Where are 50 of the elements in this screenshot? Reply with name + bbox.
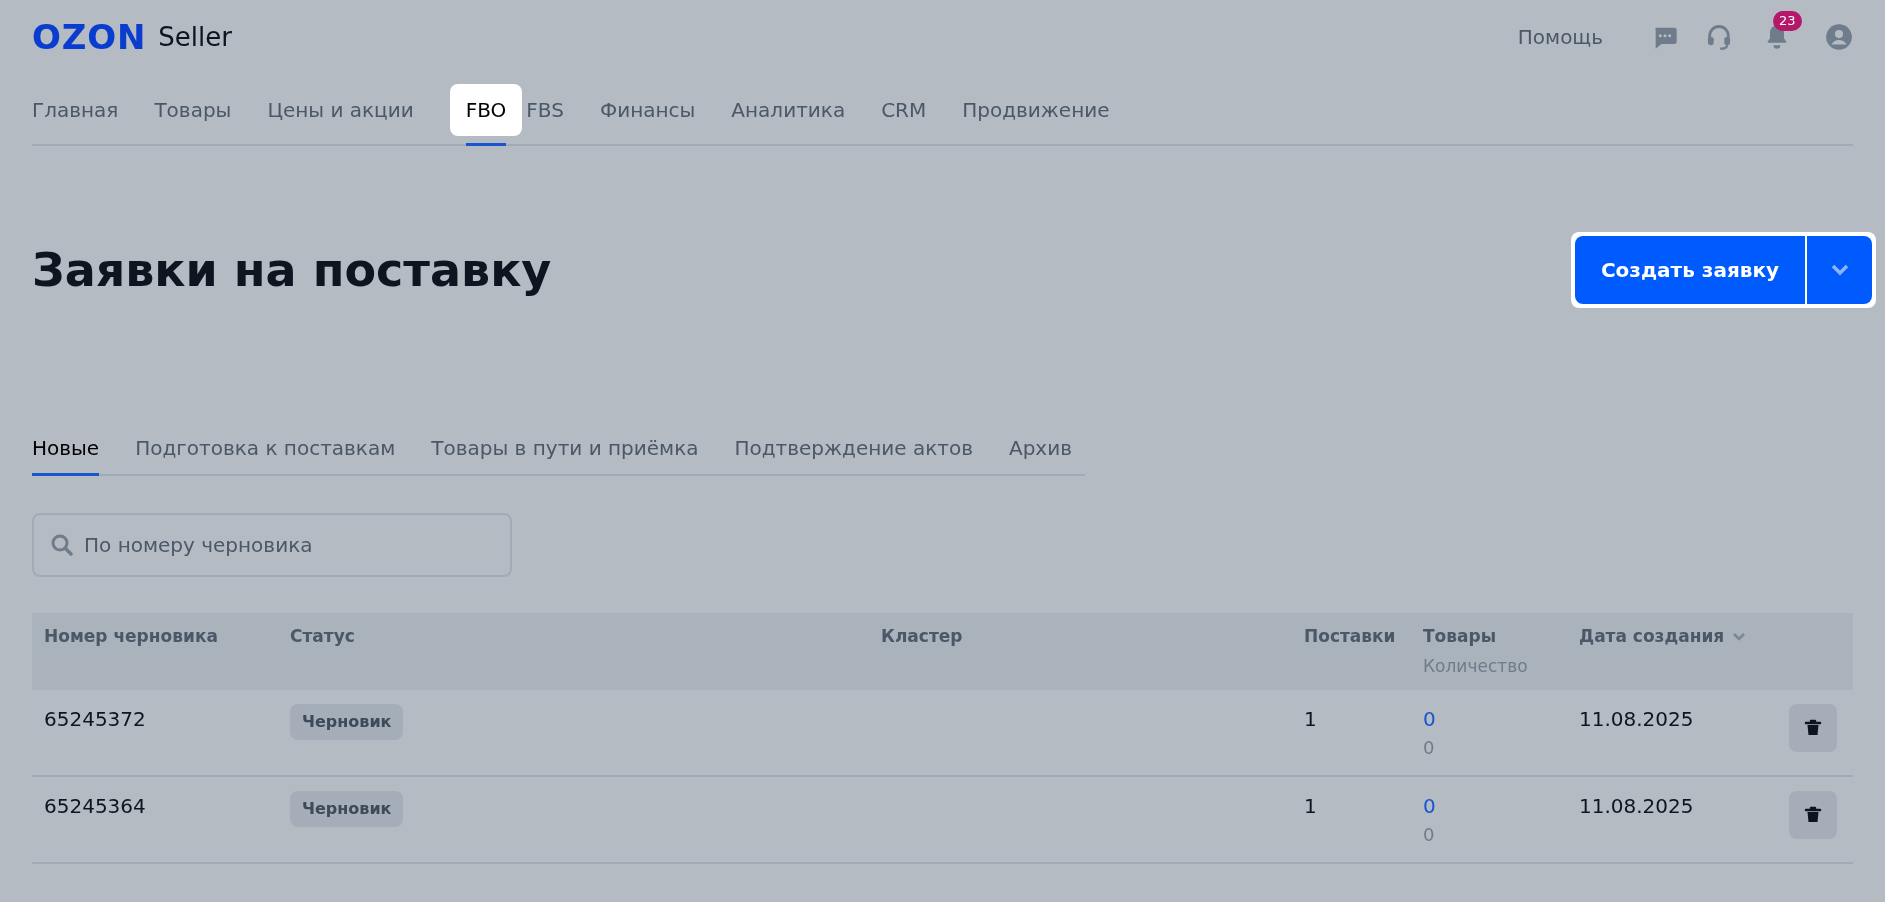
status-badge: Черновик — [290, 791, 404, 827]
sub-tab[interactable]: Новые — [32, 422, 100, 476]
chevron-down-icon — [1732, 631, 1747, 642]
notification-badge: 23 — [1773, 11, 1802, 31]
table-cell: 65245372 — [44, 707, 146, 731]
column-header: Поставки — [1304, 625, 1396, 648]
sub-tab[interactable]: Товары в пути и приёмка — [431, 422, 699, 474]
column-header: Товары — [1423, 625, 1497, 648]
delete-button[interactable] — [1789, 704, 1837, 752]
nav-tab[interactable]: Аналитика — [731, 84, 846, 136]
trash-icon — [1803, 805, 1823, 825]
column-header: Кластер — [881, 625, 963, 648]
page-title: Заявки на поставку — [32, 241, 552, 299]
trash-icon — [1803, 718, 1823, 738]
avatar-icon[interactable] — [1825, 23, 1853, 51]
sub-tab[interactable]: Архив — [1008, 422, 1072, 474]
table-cell: 1 — [1304, 707, 1317, 731]
goods-link[interactable]: 0 — [1423, 791, 1436, 821]
chevron-down-icon — [1830, 264, 1849, 276]
headset-icon[interactable] — [1705, 23, 1733, 51]
logo[interactable]: OZON — [32, 11, 147, 63]
nav-tab[interactable]: Продвижение — [962, 84, 1110, 136]
status-badge: Черновик — [290, 704, 404, 740]
search-icon — [50, 533, 74, 557]
logo-suffix: Seller — [158, 20, 232, 54]
column-header[interactable]: Дата создания — [1579, 624, 1747, 650]
nav-tab[interactable]: Товары — [154, 84, 232, 136]
help-link[interactable]: Помощь — [1517, 22, 1603, 52]
table-cell: 11.08.2025 — [1579, 707, 1694, 731]
table-cell: 65245364 — [44, 794, 146, 818]
create-request-button[interactable]: Создать заявку — [1574, 236, 1805, 304]
sub-tab[interactable]: Подготовка к поставкам — [135, 422, 396, 474]
dropdown-button[interactable] — [1807, 236, 1872, 304]
column-header: Статус — [290, 625, 355, 648]
table-cell-text: 0 — [1423, 736, 1435, 760]
search-field[interactable]: По номеру черновика — [32, 513, 512, 577]
table-cell-text: 0 — [1423, 823, 1435, 847]
delete-button[interactable] — [1789, 791, 1837, 839]
nav-tab[interactable]: FBS — [526, 84, 564, 136]
nav-tab[interactable]: Цены и акции — [267, 84, 414, 136]
table-cell: 11.08.2025 — [1579, 794, 1694, 818]
nav-tab[interactable]: CRM — [881, 84, 927, 136]
nav-tab[interactable]: Финансы — [599, 84, 696, 136]
table-cell: 1 — [1304, 794, 1317, 818]
sub-tab[interactable]: Подтверждение актов — [734, 422, 973, 474]
tab-indicator — [465, 143, 507, 146]
nav-tab[interactable]: Главная — [32, 84, 119, 136]
column-header: Номер черновика — [44, 625, 218, 648]
goods-link[interactable]: 0 — [1423, 704, 1436, 734]
column-subheader: Количество — [1423, 654, 1529, 678]
